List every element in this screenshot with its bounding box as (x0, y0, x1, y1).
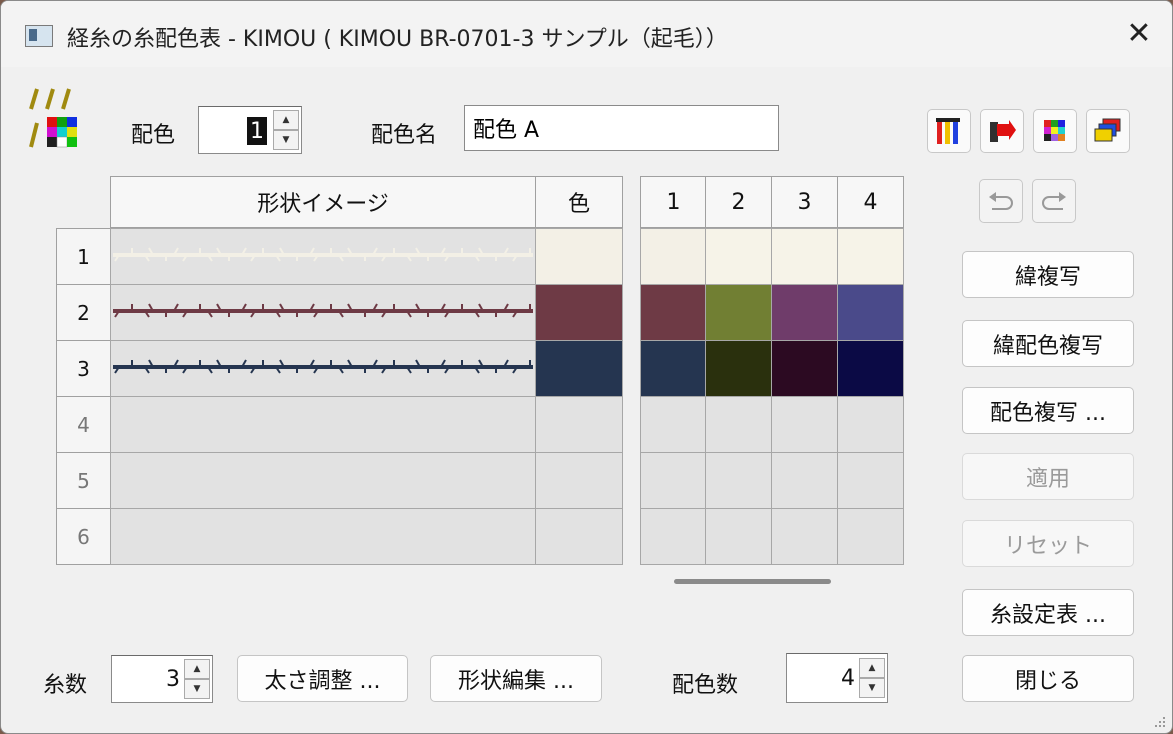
scheme-color-cell[interactable] (837, 284, 904, 341)
scheme-color-cell[interactable] (771, 508, 838, 565)
scheme-header-1[interactable]: 1 (640, 176, 707, 228)
shape-image-cell[interactable] (110, 284, 536, 341)
scheme-color-cell[interactable] (640, 228, 707, 285)
row-header-2[interactable]: 2 (56, 284, 111, 341)
row-header-6[interactable]: 6 (56, 508, 111, 565)
haishoku-spinner[interactable]: 1 ▲ ▼ (198, 106, 302, 154)
scheme-color-cell[interactable] (837, 340, 904, 397)
scheme-color-cell[interactable] (640, 396, 707, 453)
scheme-color-cell[interactable] (705, 508, 772, 565)
shape-image-cell[interactable] (110, 396, 536, 453)
spin-down-icon[interactable]: ▼ (859, 678, 885, 698)
scheme-color-cell[interactable] (705, 340, 772, 397)
spin-up-icon[interactable]: ▲ (273, 110, 299, 130)
row-header-4[interactable]: 4 (56, 396, 111, 453)
thread-count-value[interactable]: 3 (166, 656, 180, 702)
scheme-color-cell[interactable] (771, 452, 838, 509)
redo-icon[interactable] (1032, 179, 1076, 223)
scheme-color-cell[interactable] (771, 228, 838, 285)
color-arrow-icon[interactable] (980, 109, 1024, 153)
color-swap-icon[interactable] (1033, 109, 1077, 153)
thread-count-spinner[interactable]: 3 ▲ ▼ (111, 655, 213, 703)
thickness-adjust-button[interactable]: 太さ調整 ... (237, 655, 408, 702)
color-copy-button[interactable]: 配色複写 ... (962, 387, 1134, 434)
scheme-header-4[interactable]: 4 (837, 176, 904, 228)
shape-image-cell[interactable] (110, 228, 536, 285)
thread-color-cell[interactable] (535, 396, 623, 453)
color-layers-icon[interactable] (1086, 109, 1130, 153)
spin-down-icon[interactable]: ▼ (184, 679, 210, 699)
shape-edit-button[interactable]: 形状編集 ... (430, 655, 602, 702)
close-button[interactable]: 閉じる (962, 655, 1134, 702)
scheme-color-cell[interactable] (705, 284, 772, 341)
spin-down-icon[interactable]: ▼ (273, 130, 299, 150)
scheme-header-3[interactable]: 3 (771, 176, 838, 228)
undo-icon[interactable] (979, 179, 1023, 223)
resize-grip-icon[interactable] (1151, 713, 1167, 729)
yarn-fibers (114, 247, 531, 262)
spin-up-icon[interactable]: ▲ (859, 658, 885, 678)
shape-image-cell[interactable] (110, 340, 536, 397)
scheme-color-cell[interactable] (837, 508, 904, 565)
weft-copy-button[interactable]: 緯複写 (962, 251, 1134, 298)
dialog-window: 経糸の糸配色表 - KIMOU ( KIMOU BR-0701-3 サンプル（起… (0, 0, 1173, 734)
yarn-fibers (114, 303, 531, 318)
haishoku-name-label: 配色名 (371, 123, 438, 148)
scheme-color-cell[interactable] (705, 228, 772, 285)
apply-button[interactable]: 適用 (962, 453, 1134, 500)
row-header-3[interactable]: 3 (56, 340, 111, 397)
scheme-grid-scrollbar[interactable] (674, 579, 831, 584)
weft-color-copy-button[interactable]: 緯配色複写 (962, 320, 1134, 367)
scheme-color-cell[interactable] (771, 340, 838, 397)
scheme-color-cell[interactable] (640, 284, 707, 341)
scheme-color-cell[interactable] (705, 396, 772, 453)
scheme-color-cell[interactable] (837, 396, 904, 453)
shape-image-header: 形状イメージ (110, 176, 536, 228)
haishoku-label: 配色 (131, 123, 176, 148)
haishoku-name-input[interactable]: 配色 A (464, 105, 779, 151)
scheme-count-label: 配色数 (672, 673, 739, 698)
reset-button[interactable]: リセット (962, 520, 1134, 567)
window-title: 経糸の糸配色表 - KIMOU ( KIMOU BR-0701-3 サンプル（起… (67, 27, 728, 52)
color-columns-icon[interactable] (927, 109, 971, 153)
thread-color-cell[interactable] (535, 340, 623, 397)
color-header: 色 (535, 176, 623, 228)
haishoku-value[interactable]: 1 (247, 117, 267, 145)
yarn-fibers (114, 359, 531, 374)
scheme-color-cell[interactable] (640, 508, 707, 565)
row-header-5[interactable]: 5 (56, 452, 111, 509)
scheme-color-cell[interactable] (771, 396, 838, 453)
spin-up-icon[interactable]: ▲ (184, 659, 210, 679)
thread-color-cell[interactable] (535, 508, 623, 565)
scheme-color-cell[interactable] (837, 228, 904, 285)
row-header-1[interactable]: 1 (56, 228, 111, 285)
scheme-count-spinner[interactable]: 4 ▲ ▼ (786, 653, 888, 703)
scheme-header-2[interactable]: 2 (705, 176, 772, 228)
scheme-color-cell[interactable] (771, 284, 838, 341)
thread-settings-button[interactable]: 糸設定表 ... (962, 589, 1134, 636)
thread-color-cell[interactable] (535, 452, 623, 509)
yarn-palette-icon (27, 87, 81, 149)
scheme-color-cell[interactable] (640, 452, 707, 509)
scheme-color-cell[interactable] (640, 340, 707, 397)
scheme-color-cell[interactable] (705, 452, 772, 509)
scheme-color-cell[interactable] (837, 452, 904, 509)
thread-color-cell[interactable] (535, 284, 623, 341)
scheme-count-value[interactable]: 4 (841, 654, 855, 702)
shape-image-cell[interactable] (110, 452, 536, 509)
shape-image-cell[interactable] (110, 508, 536, 565)
close-icon[interactable]: ✕ (1121, 17, 1157, 53)
thread-color-cell[interactable] (535, 228, 623, 285)
title-bar: 経糸の糸配色表 - KIMOU ( KIMOU BR-0701-3 サンプル（起… (1, 1, 1172, 67)
thread-count-label: 糸数 (43, 673, 88, 698)
app-icon (25, 25, 53, 47)
